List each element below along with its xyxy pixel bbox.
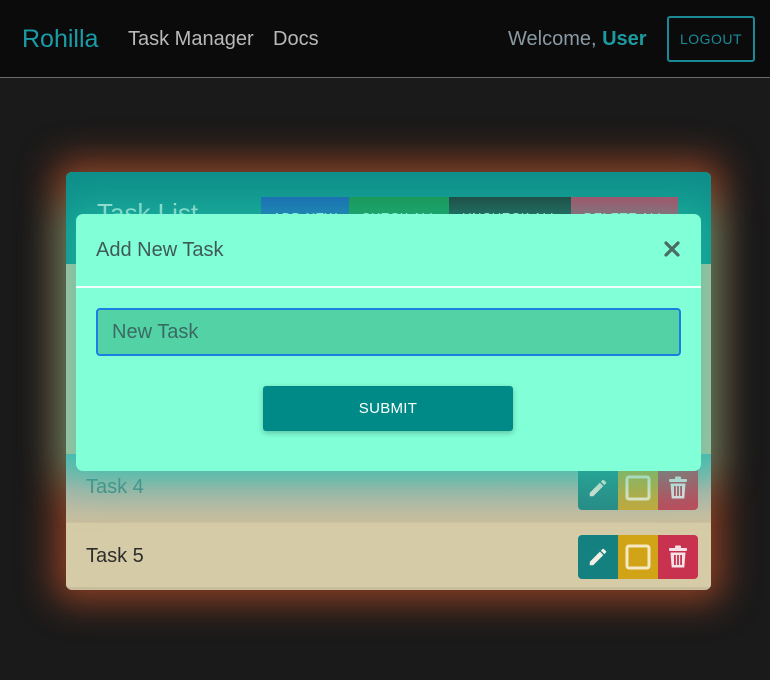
close-icon <box>664 241 680 257</box>
nav-link-docs[interactable]: Docs <box>273 28 319 51</box>
task-label: Task 4 <box>86 476 144 498</box>
edit-task-button[interactable] <box>578 535 618 579</box>
welcome-text: Welcome, User <box>508 28 647 51</box>
navbar: Rohilla Task Manager Docs Welcome, User … <box>0 0 770 78</box>
task-actions <box>578 535 698 579</box>
modal-close-button[interactable] <box>659 236 685 262</box>
modal-title: Add New Task <box>96 239 224 261</box>
logout-button[interactable]: LOGOUT <box>667 16 755 62</box>
trash-icon <box>669 476 687 499</box>
trash-icon <box>669 545 687 568</box>
add-task-modal: Add New Task SUBMIT <box>76 214 701 471</box>
edit-task-button[interactable] <box>578 466 618 510</box>
checkbox-icon <box>625 475 651 501</box>
modal-divider <box>76 286 701 288</box>
checkbox-icon <box>625 544 651 570</box>
task-actions <box>578 466 698 510</box>
pencil-icon <box>589 548 607 566</box>
task-row: Task 5 <box>66 522 711 587</box>
username: User <box>602 28 647 50</box>
brand-logo[interactable]: Rohilla <box>22 25 98 54</box>
task-label: Task 5 <box>86 545 144 567</box>
nav-link-task-manager[interactable]: Task Manager <box>128 28 254 51</box>
delete-task-button[interactable] <box>658 466 698 510</box>
submit-button[interactable]: SUBMIT <box>263 386 513 431</box>
new-task-input[interactable] <box>96 308 681 356</box>
delete-task-button[interactable] <box>658 535 698 579</box>
toggle-task-checkbox[interactable] <box>618 466 658 510</box>
welcome-prefix: Welcome, <box>508 28 603 50</box>
pencil-icon <box>589 479 607 497</box>
toggle-task-checkbox[interactable] <box>618 535 658 579</box>
